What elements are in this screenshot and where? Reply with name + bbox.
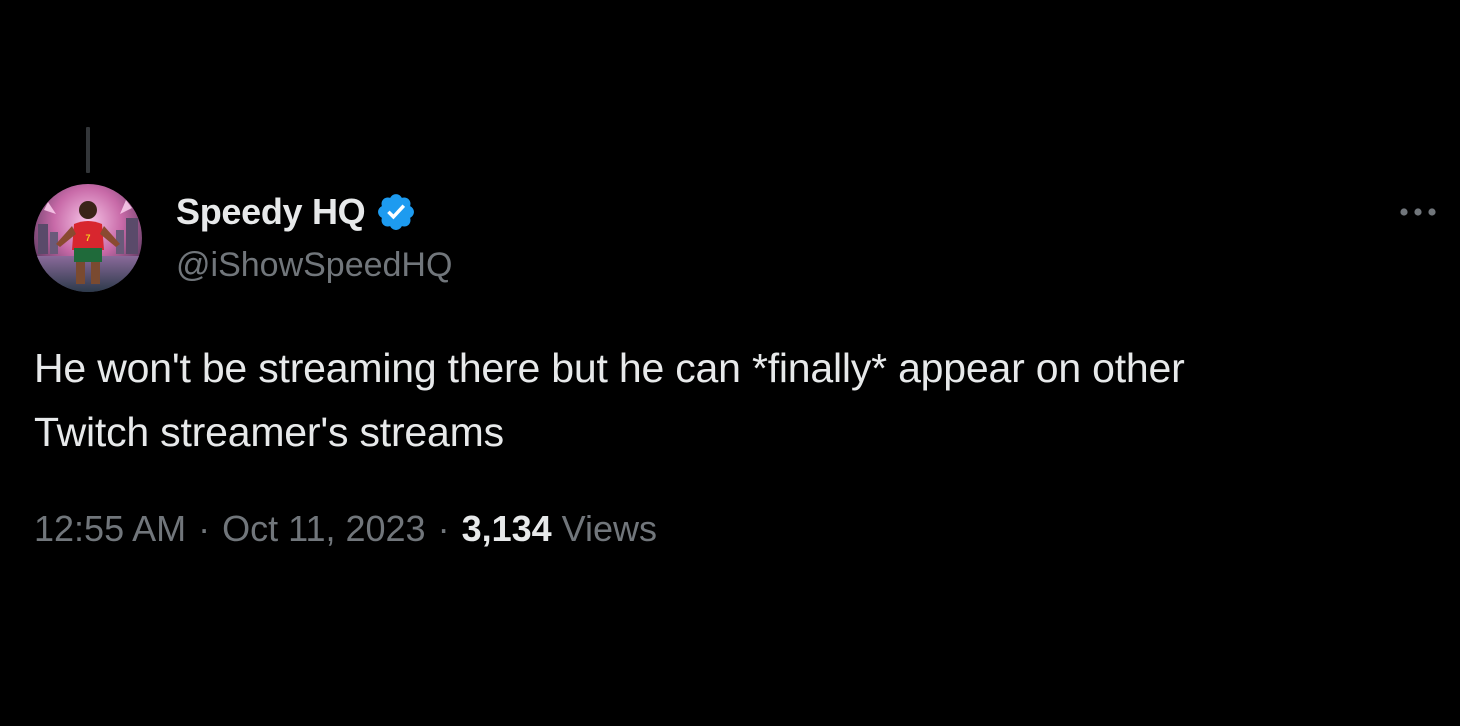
thread-connector-line [86,127,90,173]
views-label[interactable]: Views [562,508,657,550]
tweet-text-line-2: Twitch streamer's streams [34,409,504,455]
tweet-date[interactable]: Oct 11, 2023 [222,508,425,550]
tweet-metadata: 12:55 AM · Oct 11, 2023 · 3,134 Views [34,508,657,550]
meta-separator: · [437,508,450,549]
tweet-text-line-1: He won't be streaming there but he can *… [34,345,1185,391]
avatar-image: 7 [34,184,142,292]
svg-text:7: 7 [85,233,90,243]
author-name-row[interactable]: Speedy HQ [176,190,417,234]
author-handle[interactable]: @iShowSpeedHQ [176,246,452,285]
views-count[interactable]: 3,134 [462,508,552,550]
tweet-time[interactable]: 12:55 AM [34,508,186,550]
author-display-name[interactable]: Speedy HQ [176,191,366,233]
more-options-icon [1400,208,1436,216]
more-options-button[interactable] [1392,194,1444,230]
tweet-text: He won't be streaming there but he can *… [34,336,1434,464]
meta-separator: · [198,508,211,549]
avatar[interactable]: 7 [34,184,142,292]
verified-badge-icon[interactable] [375,191,417,233]
